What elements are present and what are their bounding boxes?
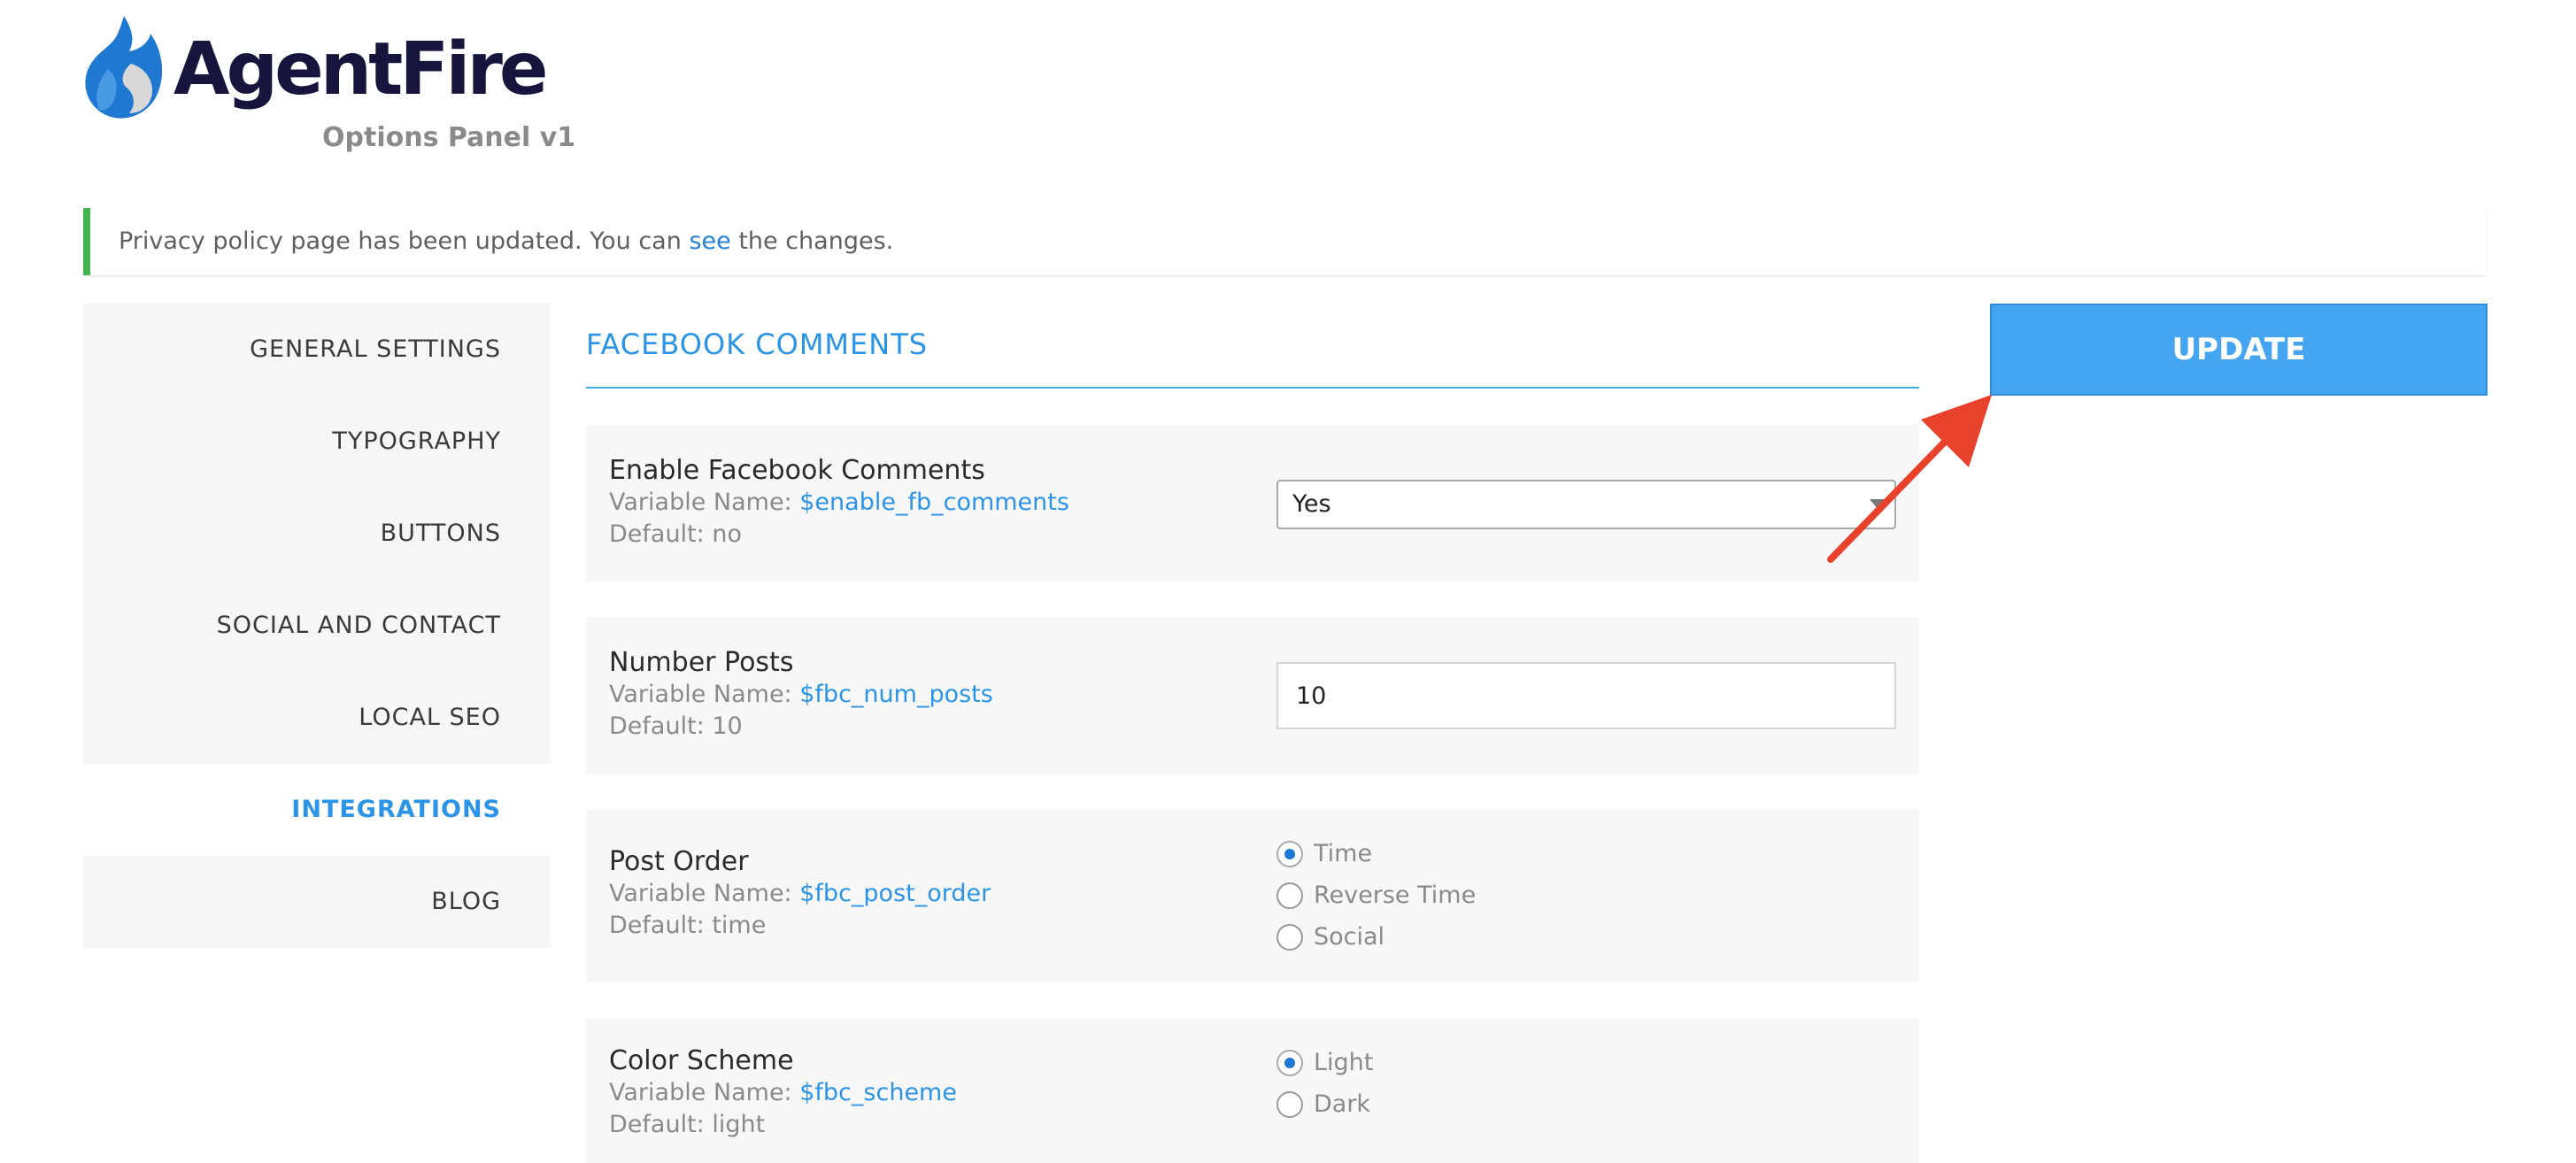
radio-button-checked[interactable] bbox=[1276, 840, 1303, 867]
variable-prefix: Variable Name: bbox=[609, 681, 800, 708]
option-control bbox=[1276, 662, 1896, 729]
sidebar-item-buttons[interactable]: BUTTONS bbox=[83, 488, 551, 580]
sidebar-item-local-seo[interactable]: LOCAL SEO bbox=[83, 672, 551, 764]
notice-text: Privacy policy page has been updated. Yo… bbox=[119, 208, 893, 275]
option-default: Default: 10 bbox=[609, 711, 993, 743]
radio-label: Reverse Time bbox=[1314, 882, 1477, 909]
option-default: Default: light bbox=[609, 1109, 957, 1141]
variable-prefix: Variable Name: bbox=[609, 489, 800, 516]
radio-button-checked[interactable] bbox=[1276, 1049, 1303, 1076]
sidebar-item-social-and-contact[interactable]: SOCIAL AND CONTACT bbox=[83, 580, 551, 672]
sidebar-item-general-settings[interactable]: GENERAL SETTINGS bbox=[83, 304, 551, 396]
option-variable: Variable Name: $enable_fb_comments bbox=[609, 487, 1069, 519]
variable-name: $fbc_num_posts bbox=[799, 681, 993, 708]
radio-option-dark[interactable]: Dark bbox=[1276, 1083, 1896, 1125]
agentfire-logo: AgentFire Options Panel v1 bbox=[81, 12, 575, 163]
option-title: Number Posts bbox=[609, 647, 794, 678]
privacy-notice: Privacy policy page has been updated. Yo… bbox=[83, 208, 2486, 275]
radio-label: Time bbox=[1314, 840, 1373, 867]
variable-prefix: Variable Name: bbox=[609, 880, 800, 907]
radio-label: Light bbox=[1314, 1049, 1374, 1076]
enable-fb-comments-select[interactable]: Yes bbox=[1276, 480, 1896, 529]
option-info: Post Order Variable Name: $fbc_post_orde… bbox=[609, 846, 991, 942]
option-info: Enable Facebook Comments Variable Name: … bbox=[609, 455, 1069, 551]
radio-button[interactable] bbox=[1276, 1090, 1303, 1118]
option-title: Enable Facebook Comments bbox=[609, 455, 985, 486]
default-value: time bbox=[712, 912, 767, 939]
option-enable-fb-comments: Enable Facebook Comments Variable Name: … bbox=[586, 425, 1919, 582]
default-prefix: Default: bbox=[609, 712, 713, 740]
option-info: Number Posts Variable Name: $fbc_num_pos… bbox=[609, 647, 993, 743]
variable-name: $fbc_post_order bbox=[799, 880, 991, 907]
option-color-scheme: Color Scheme Variable Name: $fbc_scheme … bbox=[586, 1018, 1919, 1163]
variable-name: $enable_fb_comments bbox=[799, 489, 1069, 516]
sidebar-item-integrations[interactable]: INTEGRATIONS bbox=[83, 764, 551, 856]
radio-option-light[interactable]: Light bbox=[1276, 1042, 1896, 1083]
radio-label: Social bbox=[1314, 923, 1385, 951]
notice-text-after: the changes. bbox=[730, 227, 894, 255]
radio-option-time[interactable]: Time bbox=[1276, 833, 1896, 874]
option-variable: Variable Name: $fbc_post_order bbox=[609, 878, 991, 910]
option-variable: Variable Name: $fbc_num_posts bbox=[609, 679, 993, 711]
sidebar-item-typography[interactable]: TYPOGRAPHY bbox=[83, 396, 551, 488]
radio-option-reverse-time[interactable]: Reverse Time bbox=[1276, 874, 1896, 916]
notice-see-link[interactable]: see bbox=[689, 227, 730, 255]
default-value: no bbox=[712, 520, 742, 548]
options-sidebar: GENERAL SETTINGS TYPOGRAPHY BUTTONS SOCI… bbox=[83, 304, 551, 948]
notice-text-before: Privacy policy page has been updated. Yo… bbox=[119, 227, 690, 255]
option-post-order: Post Order Variable Name: $fbc_post_orde… bbox=[586, 809, 1919, 982]
option-control: Yes bbox=[1276, 480, 1896, 529]
section-title: FACEBOOK COMMENTS bbox=[586, 327, 929, 361]
option-number-posts: Number Posts Variable Name: $fbc_num_pos… bbox=[586, 617, 1919, 774]
default-value: light bbox=[712, 1111, 766, 1138]
post-order-radio-group: Time Reverse Time Social bbox=[1276, 833, 1896, 958]
radio-label: Dark bbox=[1314, 1090, 1371, 1118]
logo-subtitle: Options Panel v1 bbox=[322, 122, 576, 153]
radio-option-social[interactable]: Social bbox=[1276, 916, 1896, 958]
select-value: Yes bbox=[1292, 490, 1331, 518]
option-info: Color Scheme Variable Name: $fbc_scheme … bbox=[609, 1045, 957, 1141]
default-prefix: Default: bbox=[609, 1111, 713, 1138]
default-value: 10 bbox=[712, 712, 743, 740]
option-variable: Variable Name: $fbc_scheme bbox=[609, 1077, 957, 1109]
sidebar-item-blog[interactable]: BLOG bbox=[83, 856, 551, 948]
logo-wordmark: AgentFire bbox=[174, 27, 549, 112]
option-title: Color Scheme bbox=[609, 1045, 794, 1076]
variable-name: $fbc_scheme bbox=[799, 1079, 957, 1106]
number-posts-input[interactable] bbox=[1276, 662, 1896, 729]
option-default: Default: no bbox=[609, 519, 1069, 551]
radio-button[interactable] bbox=[1276, 882, 1303, 909]
color-scheme-radio-group: Light Dark bbox=[1276, 1042, 1896, 1125]
default-prefix: Default: bbox=[609, 912, 713, 939]
flame-icon bbox=[85, 16, 163, 119]
default-prefix: Default: bbox=[609, 520, 713, 548]
arrow-icon bbox=[1827, 395, 1992, 563]
option-default: Default: time bbox=[609, 910, 991, 942]
radio-button[interactable] bbox=[1276, 923, 1303, 951]
section-divider bbox=[586, 387, 1919, 389]
option-title: Post Order bbox=[609, 846, 749, 877]
update-button[interactable]: UPDATE bbox=[1990, 304, 2487, 396]
variable-prefix: Variable Name: bbox=[609, 1079, 800, 1106]
